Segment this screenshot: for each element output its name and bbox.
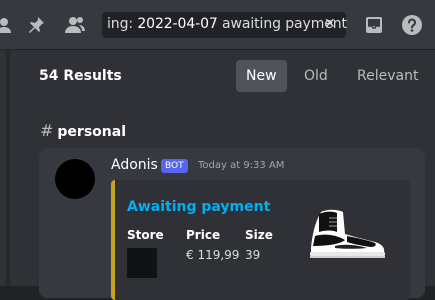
- results-count: 54 Results: [39, 68, 122, 84]
- search-bar[interactable]: ing: 2022-04-07 awaiting payment ✕: [102, 12, 347, 38]
- field-size-name: Size: [245, 228, 273, 242]
- search-result-message[interactable]: Adonis BOT Today at 9:33 AM Awaiting pay…: [39, 148, 425, 300]
- field-price-value: € 119,99: [186, 248, 240, 262]
- sort-old-tab[interactable]: Old: [294, 60, 338, 92]
- sneaker-image[interactable]: [307, 206, 387, 266]
- hash-icon: #: [40, 121, 54, 140]
- message-timestamp: Today at 9:33 AM: [198, 160, 285, 171]
- sort-new-tab[interactable]: New: [236, 60, 287, 92]
- avatar[interactable]: [55, 159, 95, 199]
- message-author[interactable]: Adonis: [111, 157, 158, 173]
- field-price-name: Price: [186, 228, 221, 242]
- search-results-panel: 54 Results New Old Relevant # personal Ad…: [22, 50, 435, 300]
- field-size-value: 39: [245, 248, 261, 262]
- members-list-icon[interactable]: [63, 13, 87, 37]
- pin-icon[interactable]: [24, 13, 48, 37]
- message-embed: Awaiting payment Store Price € 119,99 Si…: [111, 180, 410, 300]
- channel-label[interactable]: # personal: [40, 121, 126, 140]
- bot-badge: BOT: [161, 159, 188, 173]
- field-store-name: Store: [127, 228, 164, 242]
- clear-search-icon[interactable]: ✕: [324, 16, 336, 32]
- help-icon[interactable]: [400, 13, 424, 37]
- embed-title[interactable]: Awaiting payment: [127, 199, 270, 215]
- member-icon[interactable]: [0, 13, 18, 37]
- search-query[interactable]: ing: 2022-04-07 awaiting payment: [107, 16, 347, 32]
- sort-relevant-tab[interactable]: Relevant: [347, 60, 428, 92]
- redacted-store-value: [127, 248, 157, 278]
- inbox-icon[interactable]: [362, 13, 386, 37]
- channel-name: personal: [57, 124, 126, 140]
- chat-area-edge: [0, 50, 22, 286]
- channel-header: ing: 2022-04-07 awaiting payment ✕: [0, 0, 435, 50]
